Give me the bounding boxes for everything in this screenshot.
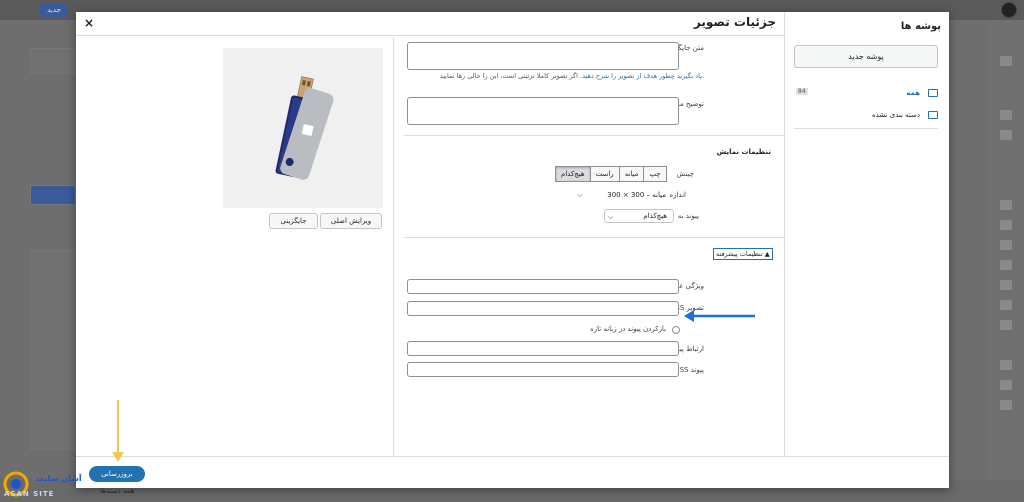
logo-text-latin: ASAN SITE xyxy=(4,490,55,498)
blue-arrow xyxy=(684,310,755,322)
logo-text: آسان سایت xyxy=(36,474,82,483)
annotation-arrows xyxy=(112,310,755,462)
yellow-arrow xyxy=(112,400,124,462)
